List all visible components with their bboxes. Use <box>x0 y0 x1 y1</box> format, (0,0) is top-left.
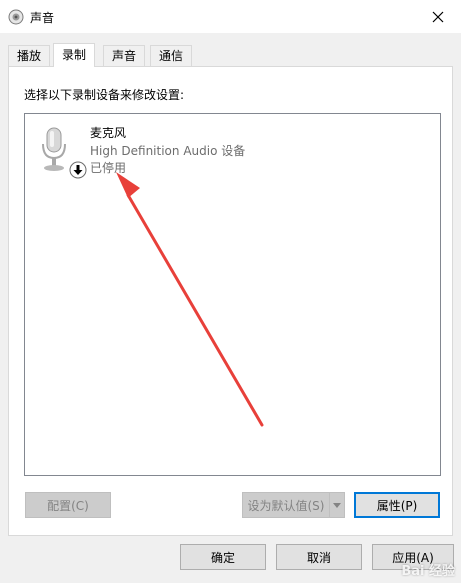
device-list[interactable]: 麦克风 High Definition Audio 设备 已停用 <box>24 113 441 476</box>
tab-recording[interactable]: 录制 <box>53 43 96 67</box>
properties-button[interactable]: 属性(P) <box>354 492 440 518</box>
tab-communications[interactable]: 通信 <box>150 45 193 67</box>
tab-playback[interactable]: 播放 <box>8 45 51 67</box>
chevron-down-icon <box>333 502 341 508</box>
watermark: Bai 经验 <box>401 564 455 579</box>
instruction-text: 选择以下录制设备来修改设置: <box>24 88 185 102</box>
set-default-button[interactable]: 设为默认值(S) <box>242 492 330 518</box>
window-title: 声音 <box>30 11 55 25</box>
close-icon <box>432 11 444 22</box>
tab-sounds[interactable]: 声音 <box>103 45 146 67</box>
set-default-dropdown-button[interactable] <box>329 492 345 518</box>
device-description: High Definition Audio 设备 <box>90 144 246 158</box>
cancel-button[interactable]: 取消 <box>276 544 362 570</box>
recording-panel: 选择以下录制设备来修改设置: 麦克风 High Definition Audio… <box>8 66 453 536</box>
title-bar: 声音 <box>0 0 461 33</box>
ok-button[interactable]: 确定 <box>180 544 266 570</box>
device-name: 麦克风 <box>90 126 127 140</box>
speaker-icon <box>8 9 24 25</box>
configure-button[interactable]: 配置(C) <box>25 492 111 518</box>
close-button[interactable] <box>415 0 461 33</box>
device-status: 已停用 <box>90 161 127 175</box>
device-item-microphone[interactable]: 麦克风 High Definition Audio 设备 已停用 <box>25 114 440 186</box>
disabled-arrow-down-icon <box>69 161 87 179</box>
